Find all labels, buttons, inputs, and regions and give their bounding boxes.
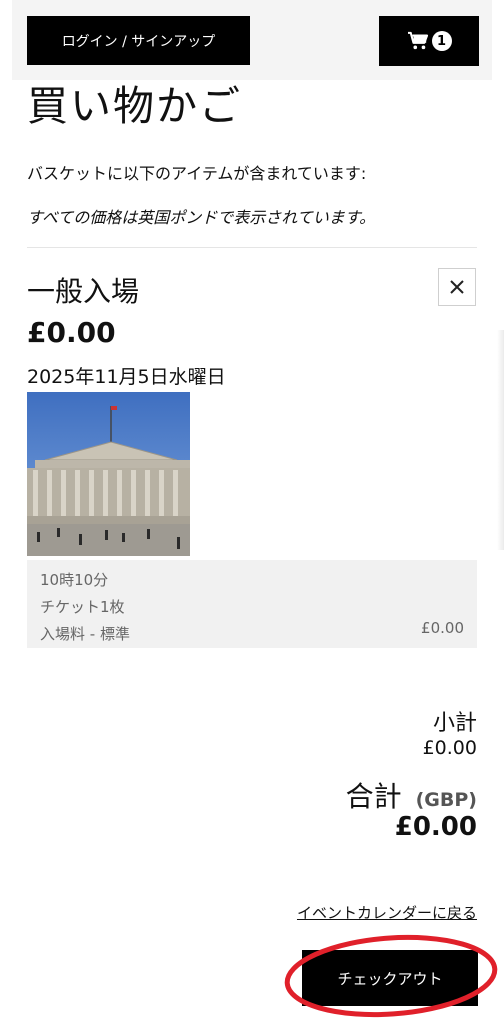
login-signup-button[interactable]: ログイン / サインアップ: [27, 16, 250, 65]
subtotal-value: £0.00: [422, 737, 477, 759]
ticket-type: 入場料 - 標準: [40, 625, 130, 643]
currency-code: (GBP): [415, 789, 477, 811]
ticket-quantity: チケット1枚: [40, 598, 125, 616]
ticket-details-panel: 10時10分 チケット1枚 入場料 - 標準 £0.00: [27, 560, 477, 648]
cart-count-badge: 1: [431, 31, 452, 51]
checkout-label: チェックアウト: [337, 969, 443, 988]
login-signup-label: ログイン / サインアップ: [61, 33, 216, 50]
item-price: £0.00: [27, 316, 116, 349]
ticket-line-price: £0.00: [421, 619, 464, 637]
basket-intro-text: バスケットに以下のアイテムが含まれています:: [27, 164, 367, 183]
total-label: 合計: [345, 780, 402, 813]
remove-item-button[interactable]: [438, 268, 476, 306]
currency-note: すべての価格は英国ポンドで表示されています。: [27, 208, 376, 227]
museum-facade-image: [27, 392, 190, 556]
checkout-button[interactable]: チェックアウト: [302, 950, 478, 1006]
subtotal-label: 小計: [432, 711, 477, 736]
cart-button[interactable]: 1: [379, 16, 479, 66]
item-name: 一般入場: [27, 275, 140, 308]
total-row: 合計 (GBP): [346, 775, 477, 815]
item-date: 2025年11月5日水曜日: [27, 366, 226, 388]
back-to-calendar-link[interactable]: イベントカレンダーに戻る: [297, 902, 477, 923]
edge-shadow: [497, 330, 504, 550]
cart-icon: [407, 31, 428, 50]
page-title: 買い物かご: [27, 82, 242, 130]
ticket-time: 10時10分: [40, 571, 109, 589]
close-icon: [450, 280, 464, 294]
divider: [27, 247, 477, 248]
total-value: £0.00: [394, 812, 477, 842]
